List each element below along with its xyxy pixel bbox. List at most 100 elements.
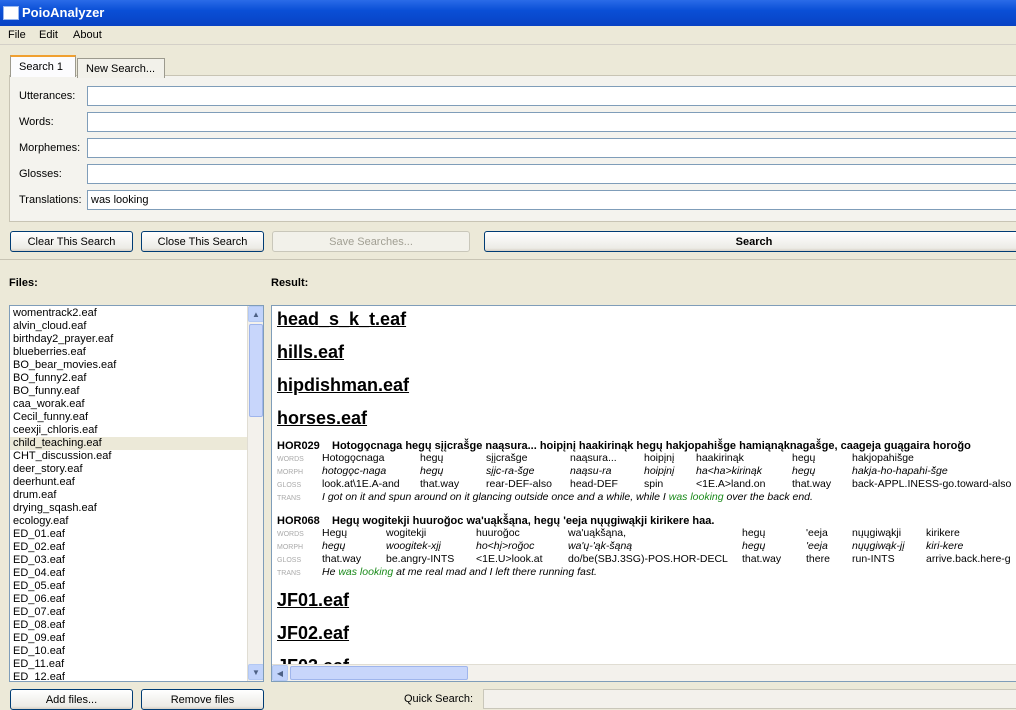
scroll-thumb[interactable]	[249, 324, 263, 417]
add-files-button[interactable]: Add files...	[10, 689, 133, 710]
interlinear-gloss-cell: look.at\1E.A-and	[322, 478, 400, 490]
file-list-item[interactable]: ED_01.eaf	[10, 528, 248, 541]
menu-file[interactable]: File	[8, 29, 26, 41]
file-list-item[interactable]: drum.eaf	[10, 489, 248, 502]
file-list-item[interactable]: ED_03.eaf	[10, 554, 248, 567]
quick-search-input[interactable]	[483, 689, 1016, 709]
close-search-button[interactable]: Close This Search	[141, 231, 264, 252]
result-file-header[interactable]: head_s_k_t.eaf	[277, 309, 406, 330]
interlinear-word-cell: hakjopahiš̌ge	[852, 452, 914, 464]
interlinear-gloss-cell: run-INTS	[852, 553, 895, 565]
file-list-item[interactable]: ED_12.eaf	[10, 671, 248, 681]
result-file-header[interactable]: JF01.eaf	[277, 590, 349, 611]
menu-edit[interactable]: Edit	[39, 29, 58, 41]
translation-text: at me real mad and I left there running …	[393, 566, 597, 578]
translation-text: I got on it and spun around on it glanci…	[322, 491, 669, 503]
interlinear-word-cell: naąsura...	[570, 452, 617, 464]
morphemes-label: Morphemes:	[19, 142, 81, 154]
interlinear-morph-cell: hegų	[322, 540, 346, 552]
file-list-item[interactable]: Cecil_funny.eaf	[10, 411, 248, 424]
words-input[interactable]	[87, 112, 1016, 132]
scroll-up-icon[interactable]: ▲	[248, 306, 263, 322]
interlinear-word-cell: kirikere	[926, 527, 960, 539]
translation-match: was looking	[338, 566, 394, 578]
interlinear-word-cell: wa'uąkš̌ąna,	[568, 527, 627, 539]
file-list-item[interactable]: CHT_discussion.eaf	[10, 450, 248, 463]
file-list-item[interactable]: ED_04.eaf	[10, 567, 248, 580]
result-view[interactable]: head_s_k_t.eaf hills.eaf hipdishman.eaf …	[271, 305, 1016, 682]
interlinear-morph-cell: hegų	[420, 465, 444, 477]
tab-search-1[interactable]: Search 1	[10, 55, 76, 77]
tier-label-words: WORDS	[277, 531, 304, 538]
words-label: Words:	[19, 116, 54, 128]
file-list-item[interactable]: ED_09.eaf	[10, 632, 248, 645]
utterance-text: Hegų wogitekji huuroğoc wa'uąkš̌ąna, heg…	[332, 515, 715, 527]
search-button[interactable]: Search	[484, 231, 1016, 252]
interlinear-gloss-cell: that.way	[742, 553, 782, 565]
tier-label-trans: TRANS	[277, 495, 301, 502]
menu-about[interactable]: About	[73, 29, 102, 41]
file-list-item[interactable]: ED_02.eaf	[10, 541, 248, 554]
tier-label-words: WORDS	[277, 456, 304, 463]
interlinear-gloss-cell: <1E.U>look.at	[476, 553, 543, 565]
file-list-item[interactable]: ecology.eaf	[10, 515, 248, 528]
translation-text: over the back end.	[723, 491, 813, 503]
interlinear-gloss-cell: that.way	[420, 478, 460, 490]
file-list-item[interactable]: blueberries.eaf	[10, 346, 248, 359]
file-list[interactable]: womentrack2.eaf alvin_cloud.eaf birthday2_…	[9, 305, 264, 682]
file-list-item[interactable]: BO_funny2.eaf	[10, 372, 248, 385]
file-list-item[interactable]: ED_10.eaf	[10, 645, 248, 658]
tab-new-search[interactable]: New Search...	[77, 58, 165, 78]
interlinear-word-cell: huuroğoc	[476, 527, 520, 539]
file-list-scrollbar[interactable]: ▲ ▼	[247, 306, 263, 681]
file-list-item[interactable]: deerhunt.eaf	[10, 476, 248, 489]
files-label: Files:	[9, 277, 38, 289]
result-file-header[interactable]: hipdishman.eaf	[277, 375, 409, 396]
scroll-down-icon[interactable]: ▼	[248, 664, 263, 680]
file-list-item[interactable]: child_teaching.eaf	[10, 437, 248, 450]
remove-files-button[interactable]: Remove files	[141, 689, 264, 710]
file-list-item[interactable]: womentrack2.eaf	[10, 307, 248, 320]
file-list-item[interactable]: caa_worak.eaf	[10, 398, 248, 411]
result-file-header[interactable]: JF02.eaf	[277, 623, 349, 644]
interlinear-gloss-cell: that.way	[792, 478, 832, 490]
translations-input[interactable]: was looking	[87, 190, 1016, 210]
interlinear-morph-cell: sįįc-ra-š̌ge	[486, 465, 535, 477]
file-list-item[interactable]: ED_06.eaf	[10, 593, 248, 606]
interlinear-word-cell: haakirinąk	[696, 452, 744, 464]
result-file-header[interactable]: hills.eaf	[277, 342, 344, 363]
clear-search-button[interactable]: Clear This Search	[10, 231, 133, 252]
scroll-left-icon[interactable]: ◀	[272, 665, 288, 681]
hscroll-thumb[interactable]	[290, 666, 468, 680]
interlinear-word-cell: Hegų	[322, 527, 348, 539]
utterances-input[interactable]	[87, 86, 1016, 106]
glosses-input[interactable]	[87, 164, 1016, 184]
glosses-label: Glosses:	[19, 168, 62, 180]
file-list-item[interactable]: ED_08.eaf	[10, 619, 248, 632]
translation-match: was looking	[668, 491, 724, 503]
interlinear-morph-cell: hegų	[792, 465, 816, 477]
interlinear-word-cell: wogitekji	[386, 527, 427, 539]
file-list-item[interactable]: ceexji_chloris.eaf	[10, 424, 248, 437]
tier-label-trans: TRANS	[277, 570, 301, 577]
interlinear-gloss-cell: <1E.A>land.on	[696, 478, 766, 490]
file-list-item[interactable]: deer_story.eaf	[10, 463, 248, 476]
translations-label: Translations:	[19, 194, 82, 206]
file-list-item[interactable]: ED_11.eaf	[10, 658, 248, 671]
interlinear-morph-cell: nųųgiwąk-jį	[852, 540, 905, 552]
interlinear-morph-cell: hoipįnį	[644, 465, 675, 477]
interlinear-gloss-cell: spin	[644, 478, 664, 490]
result-file-header[interactable]: horses.eaf	[277, 408, 367, 429]
morphemes-input[interactable]	[87, 138, 1016, 158]
file-list-item[interactable]: drying_sqash.eaf	[10, 502, 248, 515]
file-list-item[interactable]: birthday2_prayer.eaf	[10, 333, 248, 346]
interlinear-morph-cell: 'eeja	[806, 540, 828, 552]
file-list-item[interactable]: ED_05.eaf	[10, 580, 248, 593]
interlinear-word-cell: sįįcraš̌ge	[486, 452, 528, 464]
file-list-item[interactable]: alvin_cloud.eaf	[10, 320, 248, 333]
file-list-item[interactable]: BO_funny.eaf	[10, 385, 248, 398]
result-hscrollbar[interactable]: ◀	[272, 664, 1016, 681]
file-list-item[interactable]: BO_bear_movies.eaf	[10, 359, 248, 372]
save-searches-button[interactable]: Save Searches...	[272, 231, 470, 252]
file-list-item[interactable]: ED_07.eaf	[10, 606, 248, 619]
